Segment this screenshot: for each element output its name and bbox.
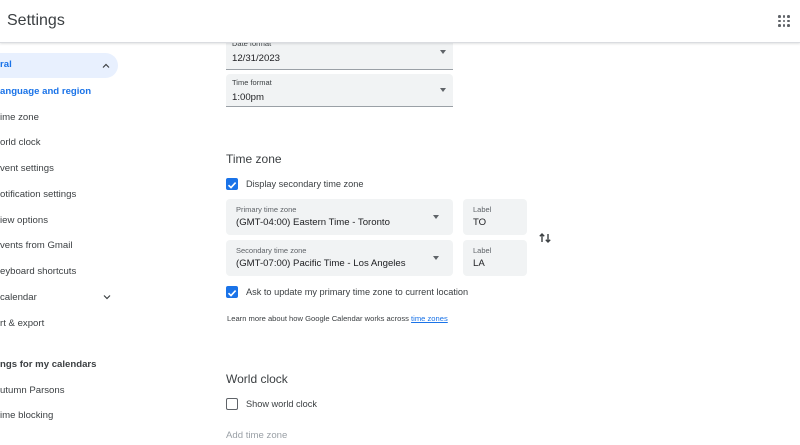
sidebar-item-view-options[interactable]: iew options [0, 215, 48, 226]
sidebar-item-notification-settings[interactable]: otification settings [0, 189, 76, 200]
app-header: Settings [0, 0, 800, 43]
sidebar-item-language-region[interactable]: anguage and region [0, 86, 91, 97]
time-zones-link[interactable]: time zones [411, 314, 448, 323]
primary-tz-label-value: TO [473, 217, 487, 228]
sidebar-item-world-clock[interactable]: orld clock [0, 137, 41, 148]
dropdown-arrow-icon [440, 88, 446, 92]
sidebar-section-my-calendars: ngs for my calendars [0, 359, 97, 370]
info-text: Learn more about how Google Calendar wor… [227, 314, 412, 323]
settings-sidebar: ral anguage and region ime zone orld clo… [0, 43, 150, 445]
display-secondary-tz-label[interactable]: Display secondary time zone [246, 179, 363, 189]
dropdown-arrow-icon [433, 215, 439, 219]
sidebar-item-event-settings[interactable]: vent settings [0, 163, 54, 174]
time-format-label: Time format [232, 78, 272, 87]
time-format-select[interactable]: Time format 1:00pm [226, 74, 453, 107]
dropdown-arrow-icon [433, 256, 439, 260]
apps-grid-icon[interactable] [778, 15, 790, 27]
secondary-tz-label-field[interactable]: Label LA [463, 240, 527, 276]
sidebar-item-add-calendar[interactable]: calendar [0, 292, 37, 303]
time-zones-info: Learn more about how Google Calendar wor… [227, 314, 448, 323]
primary-time-zone-label: Primary time zone [236, 205, 297, 214]
add-time-zone-button[interactable]: Add time zone [226, 430, 287, 441]
sidebar-item-calendar-autumn-parsons[interactable]: utumn Parsons [0, 385, 65, 396]
ask-update-tz-checkbox[interactable] [226, 286, 238, 298]
sidebar-item-label: ral [0, 59, 12, 70]
primary-tz-label-caption: Label [473, 205, 492, 214]
sidebar-item-events-from-gmail[interactable]: vents from Gmail [0, 240, 73, 251]
date-format-value: 12/31/2023 [232, 53, 281, 64]
world-clock-section-title: World clock [226, 372, 288, 386]
chevron-down-icon[interactable] [103, 293, 111, 301]
sidebar-item-import-export[interactable]: rt & export [0, 318, 44, 329]
show-world-clock-label[interactable]: Show world clock [246, 399, 317, 409]
secondary-time-zone-value: (GMT-07:00) Pacific Time - Los Angeles [236, 258, 406, 269]
time-format-value: 1:00pm [232, 92, 264, 103]
sidebar-item-time-zone[interactable]: ime zone [0, 112, 39, 123]
sidebar-item-calendar-time-blocking[interactable]: ime blocking [0, 410, 53, 421]
secondary-tz-label-value: LA [473, 258, 485, 269]
chevron-up-icon [102, 63, 110, 68]
dropdown-arrow-icon [440, 50, 446, 54]
show-world-clock-checkbox[interactable] [226, 398, 238, 410]
secondary-time-zone-select[interactable]: Secondary time zone (GMT-07:00) Pacific … [226, 240, 453, 276]
secondary-time-zone-label: Secondary time zone [236, 246, 307, 255]
sidebar-item-general[interactable]: ral [0, 53, 118, 78]
secondary-tz-label-caption: Label [473, 246, 492, 255]
sidebar-item-keyboard-shortcuts[interactable]: eyboard shortcuts [0, 266, 76, 277]
checkmark-icon [227, 182, 237, 189]
ask-update-tz-label[interactable]: Ask to update my primary time zone to cu… [246, 287, 468, 297]
primary-tz-label-field[interactable]: Label TO [463, 199, 527, 235]
time-zone-section-title: Time zone [226, 152, 282, 166]
checkmark-icon [227, 290, 237, 297]
swap-time-zones-icon[interactable] [538, 231, 552, 245]
primary-time-zone-value: (GMT-04:00) Eastern Time - Toronto [236, 217, 390, 228]
page-title: Settings [7, 12, 65, 29]
display-secondary-tz-checkbox[interactable] [226, 178, 238, 190]
primary-time-zone-select[interactable]: Primary time zone (GMT-04:00) Eastern Ti… [226, 199, 453, 235]
